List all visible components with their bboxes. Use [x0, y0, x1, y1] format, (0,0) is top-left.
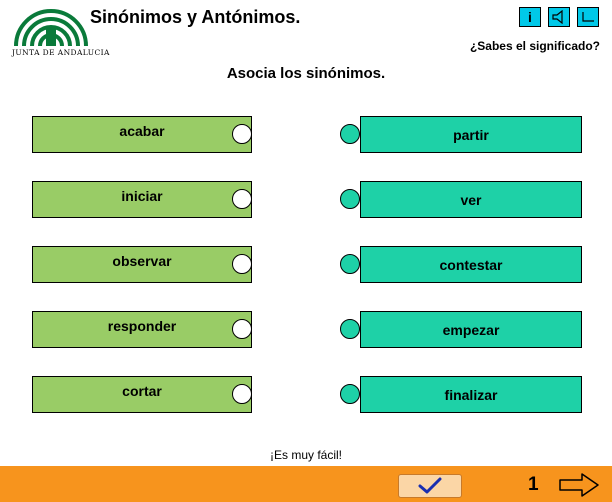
- word-label: contestar: [439, 257, 503, 273]
- sound-button[interactable]: [548, 7, 570, 27]
- word-label: finalizar: [444, 387, 498, 403]
- word-piece-left[interactable]: cortar: [32, 376, 252, 413]
- word-label: partir: [453, 127, 489, 143]
- word-piece-right[interactable]: ver: [360, 181, 582, 218]
- question-text: ¿Sabes el significado?: [469, 39, 600, 53]
- connector-socket[interactable]: [232, 254, 252, 274]
- connector-plug[interactable]: [340, 254, 360, 274]
- connector-socket[interactable]: [232, 384, 252, 404]
- word-piece-right[interactable]: finalizar: [360, 376, 582, 413]
- app-title: Sinónimos y Antónimos.: [90, 7, 301, 27]
- word-piece-right[interactable]: contestar: [360, 246, 582, 283]
- connector-plug[interactable]: [340, 319, 360, 339]
- connector-socket[interactable]: [232, 319, 252, 339]
- word-label: observar: [112, 252, 172, 269]
- word-piece-left[interactable]: iniciar: [32, 181, 252, 218]
- check-button[interactable]: [398, 474, 462, 498]
- checkmark-icon: [418, 477, 442, 494]
- bottom-bar: 1: [0, 466, 612, 502]
- connector-plug[interactable]: [340, 189, 360, 209]
- window-corner-icon: [582, 12, 594, 22]
- word-label: acabar: [119, 122, 165, 139]
- next-button[interactable]: [558, 473, 600, 497]
- page-number: 1: [528, 474, 539, 495]
- window-button[interactable]: [577, 7, 599, 27]
- logo-arches-icon: [14, 9, 88, 47]
- info-icon: i: [528, 9, 532, 25]
- word-piece-left[interactable]: observar: [32, 246, 252, 283]
- word-label: cortar: [122, 382, 162, 399]
- word-piece-left[interactable]: acabar: [32, 116, 252, 153]
- word-piece-left[interactable]: responder: [32, 311, 252, 348]
- speaker-icon: [552, 10, 563, 24]
- word-piece-right[interactable]: partir: [360, 116, 582, 153]
- junta-de-andalucia-logo: JUNTA DE ANDALUCIA: [8, 2, 109, 62]
- connector-plug[interactable]: [340, 124, 360, 144]
- logo-text: JUNTA DE ANDALUCIA: [12, 48, 110, 57]
- instruction-text: Asocia los sinónimos.: [226, 65, 386, 82]
- connector-socket[interactable]: [232, 124, 252, 144]
- word-piece-right[interactable]: empezar: [360, 311, 582, 348]
- info-button[interactable]: i: [519, 7, 541, 27]
- footer-message: ¡Es muy fácil!: [269, 448, 342, 462]
- arrow-right-icon: [559, 473, 599, 497]
- word-label: responder: [107, 317, 177, 334]
- word-label: empezar: [442, 322, 500, 338]
- connector-plug[interactable]: [340, 384, 360, 404]
- word-label: ver: [460, 192, 482, 208]
- connector-socket[interactable]: [232, 189, 252, 209]
- word-label: iniciar: [121, 187, 163, 204]
